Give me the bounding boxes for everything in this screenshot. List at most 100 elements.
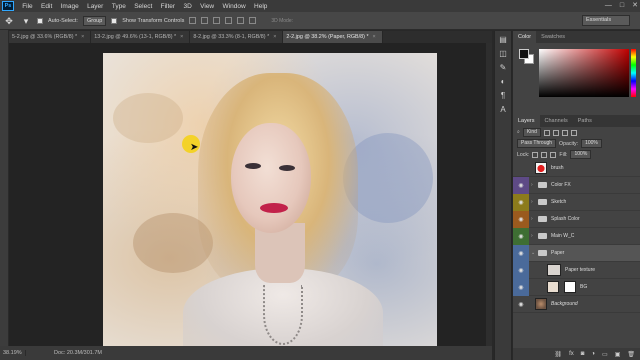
vertical-scrollbar[interactable]: [486, 43, 492, 346]
expand-arrow-icon[interactable]: ›: [531, 216, 537, 222]
visibility-toggle[interactable]: ◉: [513, 261, 529, 279]
menu-3d[interactable]: 3D: [179, 3, 196, 10]
new-layer-icon[interactable]: ▣: [615, 351, 621, 358]
eye-icon: ◉: [518, 284, 524, 291]
history-icon[interactable]: ▤: [497, 35, 509, 45]
portrait-eye: [279, 165, 295, 171]
tab-swatches[interactable]: Swatches: [536, 31, 570, 43]
collapse-arrow-icon[interactable]: ⌄: [531, 250, 537, 256]
doc-tab[interactable]: 8-2.jpg @ 33.3% (8-1, RGB/8) * ×: [190, 31, 284, 43]
menu-layer[interactable]: Layer: [83, 3, 108, 10]
layer-row-splash-color[interactable]: ◉ › Splash Color: [513, 210, 640, 228]
foreground-color-swatch[interactable]: [519, 49, 529, 59]
expand-arrow-icon[interactable]: ›: [531, 199, 537, 205]
maximize-button[interactable]: □: [620, 0, 624, 12]
layer-row-color-fx[interactable]: ◉ › Color FX: [513, 176, 640, 194]
close-button[interactable]: ✕: [632, 0, 638, 12]
character-icon[interactable]: A: [497, 105, 509, 115]
visibility-toggle[interactable]: ◉: [513, 296, 529, 313]
zoom-level[interactable]: 38.19%: [0, 350, 26, 356]
doc-tab-active[interactable]: 2-2.jpg @ 38.2% (Paper, RGB/8) * ×: [283, 31, 383, 43]
blend-mode-dropdown[interactable]: Pass Through: [517, 139, 557, 148]
hue-slider[interactable]: [631, 49, 636, 97]
align-vcenter-icon[interactable]: [201, 17, 209, 24]
right-panels: Color Swatches Layers Channels Paths ⌕ K…: [513, 31, 640, 360]
visibility-toggle[interactable]: ◉: [513, 210, 529, 228]
shape-filter-icon[interactable]: [570, 129, 577, 136]
align-right-icon[interactable]: [249, 17, 257, 24]
layer-row-sketch[interactable]: ◉ › Sketch: [513, 193, 640, 211]
align-top-icon[interactable]: [189, 17, 197, 24]
visibility-toggle[interactable]: ◉: [513, 176, 529, 194]
layer-row-bg[interactable]: ◉ BG: [513, 278, 640, 296]
layer-row-paper[interactable]: ◉ ⌄ Paper: [513, 244, 640, 262]
minimize-button[interactable]: —: [605, 0, 612, 12]
align-hcenter-icon[interactable]: [237, 17, 245, 24]
lock-position-icon[interactable]: [541, 151, 548, 158]
lock-all-icon[interactable]: [550, 151, 557, 158]
opacity-field[interactable]: 100%: [581, 139, 602, 148]
tab-layers[interactable]: Layers: [513, 115, 540, 127]
pixel-filter-icon[interactable]: [543, 129, 550, 136]
menu-window[interactable]: Window: [218, 3, 250, 10]
close-tab-icon[interactable]: ×: [180, 34, 183, 40]
adjustment-layer-icon[interactable]: ◑: [591, 351, 595, 357]
expand-arrow-icon[interactable]: ›: [531, 182, 537, 188]
paragraph-icon[interactable]: ¶: [497, 91, 509, 101]
expand-arrow-icon[interactable]: ›: [531, 233, 537, 239]
doc-tab[interactable]: 13-2.jpg @ 49.6% (13-1, RGB/8) * ×: [91, 31, 191, 43]
properties-icon[interactable]: ◫: [497, 49, 509, 59]
layer-style-icon[interactable]: fx: [569, 351, 574, 357]
menu-edit[interactable]: Edit: [37, 3, 57, 10]
layer-row-paper-texture[interactable]: ◉ Paper texture: [513, 261, 640, 279]
visibility-toggle[interactable]: ◉: [513, 278, 529, 296]
layer-row-main-wc[interactable]: ◉ › Main W_C: [513, 227, 640, 245]
visibility-toggle[interactable]: ◉: [513, 227, 529, 245]
menu-view[interactable]: View: [196, 3, 218, 10]
color-picker-field[interactable]: [539, 49, 629, 97]
close-tab-icon[interactable]: ×: [81, 34, 84, 40]
visibility-toggle[interactable]: ◉: [513, 244, 529, 262]
lock-pixels-icon[interactable]: [532, 151, 539, 158]
visibility-toggle[interactable]: ◉: [513, 193, 529, 211]
trash-icon[interactable]: 🗑: [627, 351, 635, 358]
close-tab-icon[interactable]: ×: [273, 34, 276, 40]
fill-field[interactable]: 100%: [570, 150, 592, 159]
close-tab-icon[interactable]: ×: [373, 34, 376, 40]
tab-paths[interactable]: Paths: [573, 115, 597, 127]
align-left-icon[interactable]: [225, 17, 233, 24]
menu-filter[interactable]: Filter: [156, 3, 179, 10]
tab-channels[interactable]: Channels: [540, 115, 573, 127]
menu-image[interactable]: Image: [56, 3, 82, 10]
doc-tab[interactable]: 5-2.jpg @ 33.6% (RGB/8) * ×: [9, 31, 92, 43]
link-layers-icon[interactable]: ⛓: [554, 351, 562, 358]
canvas-workspace[interactable]: ➤: [9, 43, 492, 346]
brush-icon[interactable]: ✎: [497, 63, 509, 73]
menu-type[interactable]: Type: [108, 3, 130, 10]
new-group-icon[interactable]: ▭: [602, 351, 608, 358]
menu-file[interactable]: File: [18, 3, 37, 10]
align-bottom-icon[interactable]: [213, 17, 221, 24]
layer-mask-thumbnail[interactable]: [564, 281, 576, 293]
tools-panel[interactable]: [0, 30, 9, 346]
auto-select-checkbox[interactable]: [37, 17, 43, 24]
type-filter-icon[interactable]: [561, 129, 568, 136]
layer-row-background[interactable]: ◉ Background: [513, 296, 640, 313]
menu-help[interactable]: Help: [250, 3, 272, 10]
add-mask-icon[interactable]: ◙: [581, 351, 585, 357]
tool-preset-icon[interactable]: ▾: [20, 15, 32, 27]
document-canvas[interactable]: [103, 53, 437, 346]
auto-select-target-dropdown[interactable]: Group: [82, 15, 107, 26]
workspace-dropdown[interactable]: Essentials: [582, 15, 630, 26]
visibility-toggle[interactable]: [513, 160, 529, 177]
adjustments-icon[interactable]: ◐: [497, 77, 509, 87]
show-transform-checkbox[interactable]: [111, 17, 118, 24]
lock-label: Lock:: [517, 151, 530, 158]
menu-select[interactable]: Select: [130, 3, 156, 10]
kind-filter-dropdown[interactable]: Kind: [522, 128, 541, 137]
layer-row-brush[interactable]: brush: [513, 160, 640, 177]
tab-color[interactable]: Color: [513, 31, 537, 43]
adjustment-filter-icon[interactable]: [552, 129, 559, 136]
move-tool-icon[interactable]: ✥: [3, 15, 15, 27]
layer-name: Splash Color: [551, 216, 580, 222]
